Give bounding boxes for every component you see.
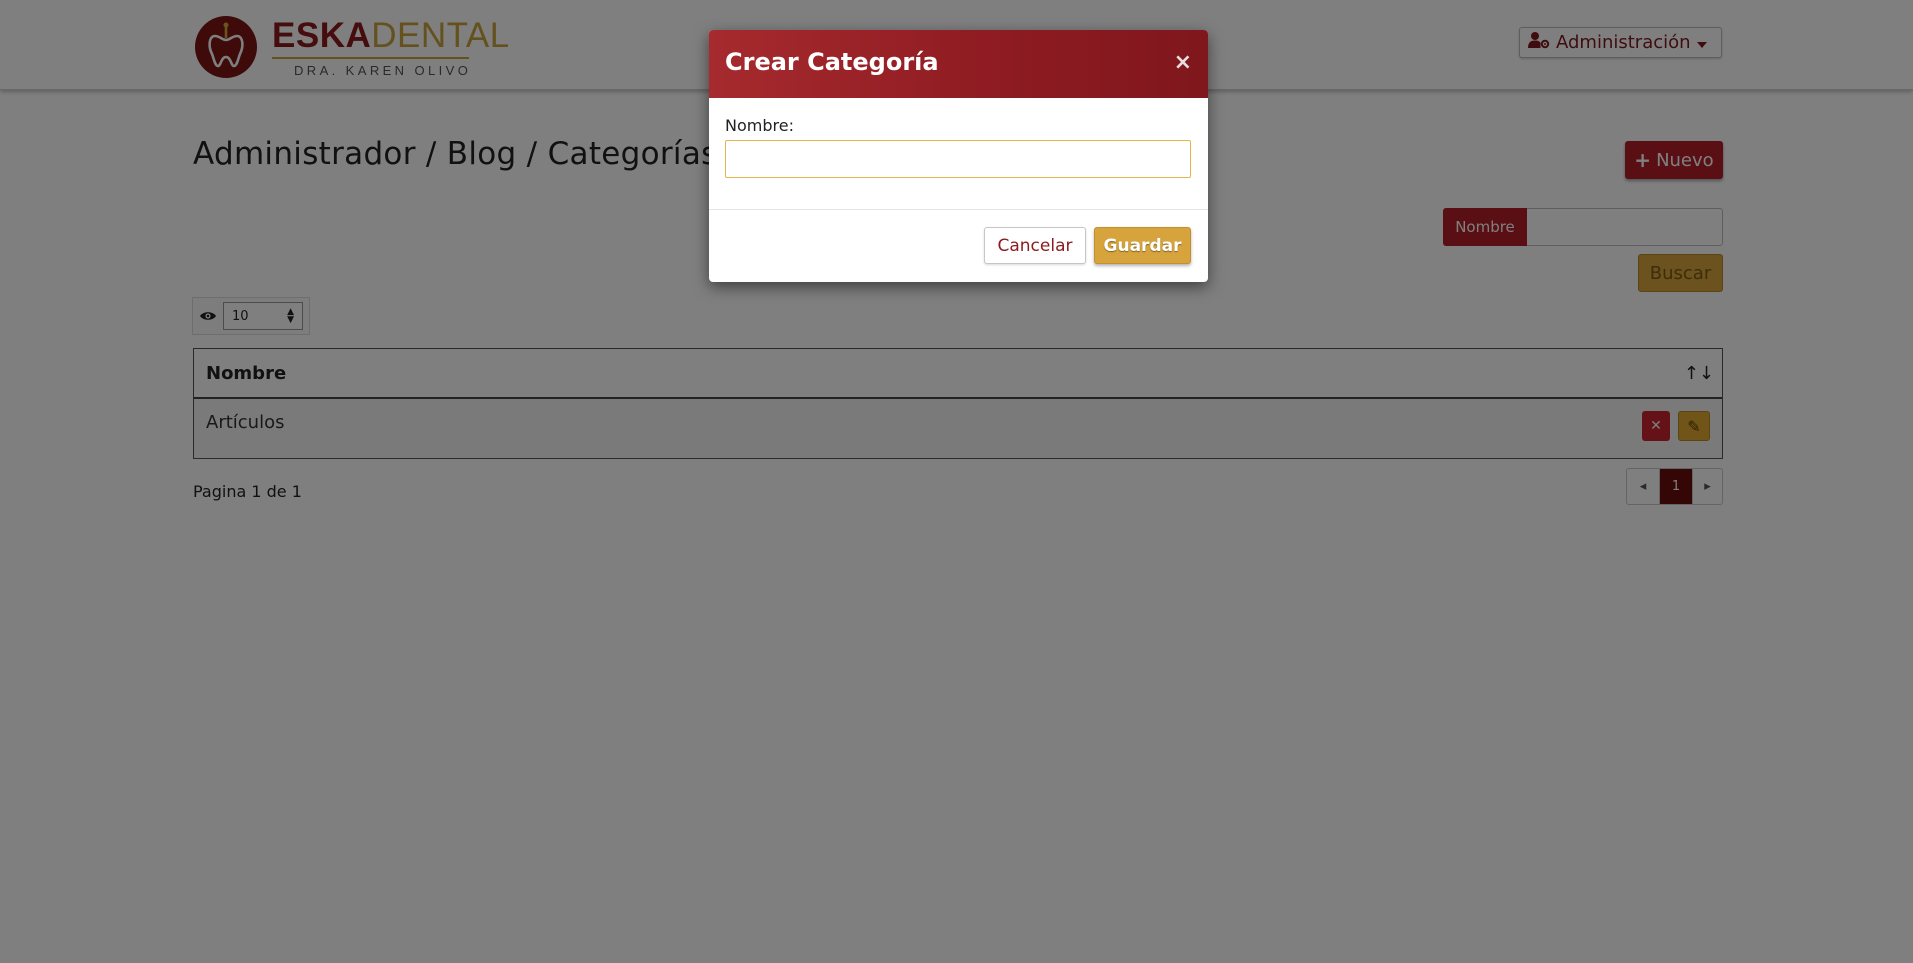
modal-title: Crear Categoría (725, 48, 939, 76)
modal-footer: Cancelar Guardar (709, 209, 1208, 282)
cancel-button[interactable]: Cancelar (984, 227, 1086, 264)
modal-header: Crear Categoría × (709, 30, 1208, 98)
name-field-label: Nombre: (725, 116, 794, 135)
save-button[interactable]: Guardar (1094, 227, 1191, 264)
close-icon[interactable]: × (1174, 50, 1192, 75)
name-field-input[interactable] (725, 140, 1191, 178)
create-category-modal: Crear Categoría × Nombre: Cancelar Guard… (709, 30, 1208, 282)
